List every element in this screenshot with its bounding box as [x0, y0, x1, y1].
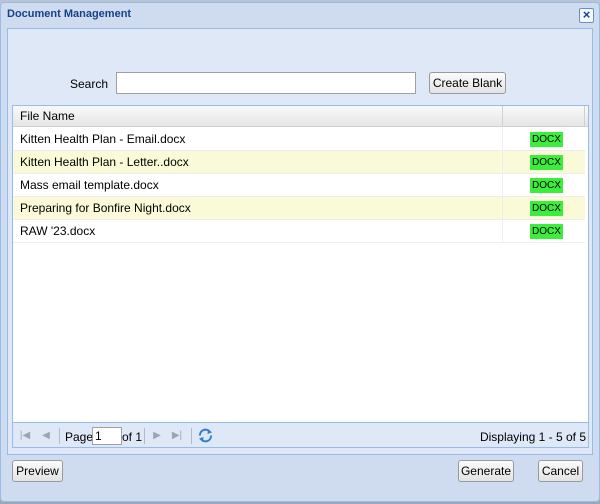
next-page-icon[interactable]: ▶: [150, 429, 164, 443]
table-row[interactable]: Mass email template.docx DOCX: [13, 174, 585, 197]
file-name-cell: Mass email template.docx: [13, 174, 503, 196]
page-count-label: of 1: [122, 430, 143, 444]
generate-button[interactable]: Generate: [458, 460, 514, 482]
pager-separator: [144, 428, 145, 444]
close-icon: ×: [582, 7, 591, 22]
table-row[interactable]: Preparing for Bonfire Night.docx DOCX: [13, 197, 585, 220]
preview-button[interactable]: Preview: [12, 460, 63, 482]
docx-badge: DOCX: [530, 155, 563, 170]
table-row[interactable]: Kitten Health Plan - Email.docx DOCX: [13, 128, 585, 151]
docx-badge: DOCX: [530, 201, 563, 216]
grid-rows: Kitten Health Plan - Email.docx DOCX Kit…: [13, 128, 585, 243]
close-button[interactable]: ×: [579, 8, 594, 23]
file-name-cell: Kitten Health Plan - Letter..docx: [13, 151, 503, 173]
paging-toolbar: |◀ ◀ Page of 1 ▶ ▶| Disp: [13, 422, 588, 447]
prev-page-icon[interactable]: ◀: [39, 429, 53, 443]
table-row[interactable]: Kitten Health Plan - Letter..docx DOCX: [13, 151, 585, 174]
first-page-icon[interactable]: |◀: [18, 429, 32, 443]
file-name-cell: RAW '23.docx: [13, 220, 503, 242]
page-label: Page: [65, 430, 94, 444]
document-management-window: Document Management × Search Create Blan…: [0, 2, 600, 502]
create-blank-button[interactable]: Create Blank: [429, 72, 506, 94]
refresh-icon[interactable]: [197, 427, 214, 444]
window-title: Document Management: [7, 8, 132, 20]
docx-badge: DOCX: [530, 132, 563, 147]
file-name-cell: Kitten Health Plan - Email.docx: [13, 128, 503, 150]
dialog-body: Search Create Blank File Name Kitten Hea…: [7, 28, 593, 455]
cancel-button[interactable]: Cancel: [538, 460, 583, 482]
column-header-type[interactable]: [503, 106, 585, 127]
last-page-icon[interactable]: ▶|: [170, 429, 184, 443]
paging-display-text: Displaying 1 - 5 of 5: [479, 430, 586, 444]
title-bar: Document Management ×: [1, 3, 599, 27]
search-input[interactable]: [116, 72, 416, 94]
document-grid: File Name Kitten Health Plan - Email.doc…: [12, 105, 589, 448]
search-label: Search: [70, 77, 109, 91]
grid-header: File Name: [13, 106, 588, 127]
file-name-cell: Preparing for Bonfire Night.docx: [13, 197, 503, 219]
pager-separator: [59, 428, 60, 444]
pager-separator: [191, 428, 192, 444]
column-header-file-name[interactable]: File Name: [13, 106, 503, 127]
page-number-input[interactable]: [92, 427, 122, 445]
docx-badge: DOCX: [530, 178, 563, 193]
table-row[interactable]: RAW '23.docx DOCX: [13, 220, 585, 243]
docx-badge: DOCX: [530, 224, 563, 239]
